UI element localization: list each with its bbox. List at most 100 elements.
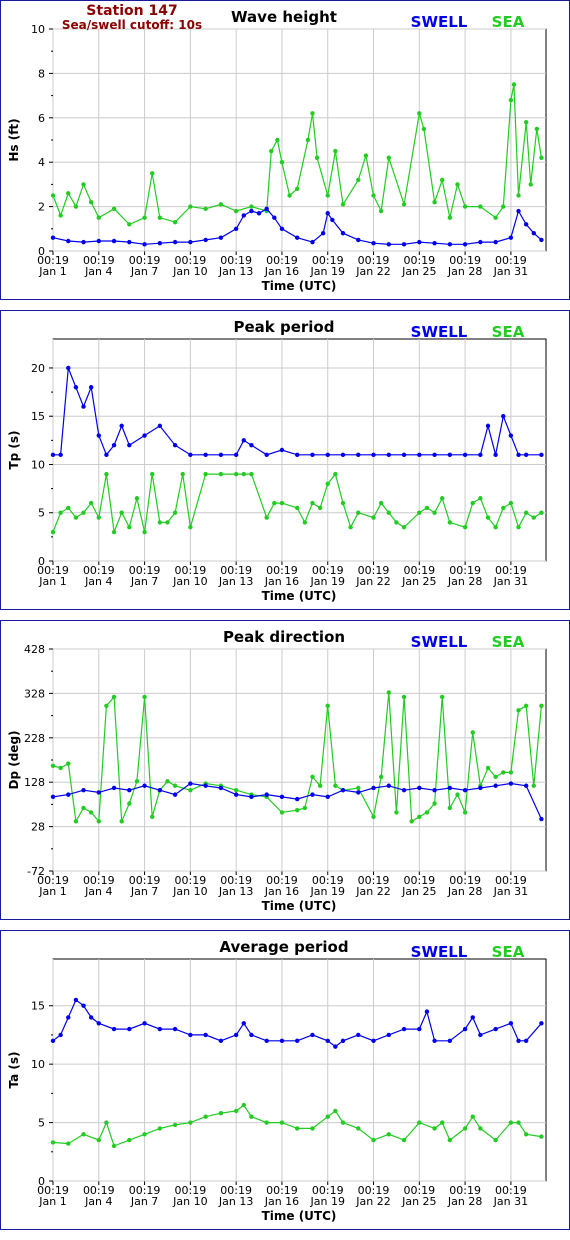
data-point-swell (119, 423, 124, 429)
x-axis-label: Time (UTC) (262, 899, 337, 913)
data-point-swell (295, 235, 300, 240)
data-point-sea (516, 193, 521, 198)
data-point-sea (111, 1143, 117, 1149)
x-tick-date: Jan 22 (355, 265, 390, 278)
data-point-swell (241, 438, 246, 443)
data-point-sea (81, 510, 86, 515)
data-point-swell (508, 1021, 514, 1026)
data-point-swell (66, 238, 71, 244)
y-tick-label: 8 (38, 67, 45, 80)
data-point-swell (279, 794, 285, 800)
data-point-sea (493, 1137, 498, 1143)
y-tick-label: 10 (31, 23, 45, 36)
data-point-swell (127, 787, 132, 793)
data-point-sea (295, 186, 300, 192)
data-point-sea (188, 525, 193, 530)
data-point-swell (241, 213, 246, 218)
data-point-swell (218, 452, 224, 458)
data-point-swell (320, 231, 326, 236)
legend-swell: SWELL (411, 13, 468, 31)
data-point-swell (81, 1003, 86, 1008)
data-point-sea (371, 193, 376, 198)
data-point-sea (233, 208, 239, 214)
data-point-swell (516, 208, 521, 214)
data-point-sea (96, 515, 101, 520)
data-point-swell (96, 790, 101, 795)
x-tick-date: Jan 31 (493, 575, 528, 588)
data-point-swell (142, 433, 147, 438)
data-point-sea (516, 1120, 521, 1125)
data-point-swell (50, 235, 56, 240)
data-point-sea (66, 761, 71, 766)
data-point-sea (447, 215, 453, 220)
data-point-sea (58, 765, 63, 771)
data-point-sea (295, 1126, 300, 1131)
data-point-sea (188, 787, 193, 793)
data-point-sea (386, 510, 391, 515)
x-tick-date: Jan 22 (355, 1195, 390, 1208)
data-point-swell (233, 226, 239, 231)
data-point-swell (417, 1026, 422, 1032)
data-point-swell (325, 211, 330, 216)
data-point-sea (462, 525, 468, 530)
data-point-sea (50, 529, 56, 535)
x-tick-date: Jan 25 (401, 1195, 436, 1208)
station-cutoff: Sea/swell cutoff: 10s (62, 18, 202, 32)
data-point-sea (172, 219, 178, 225)
data-point-swell (279, 1038, 285, 1043)
data-point-sea (485, 515, 491, 520)
data-point-sea (539, 155, 544, 160)
data-point-sea (348, 525, 353, 530)
data-point-swell (447, 785, 453, 791)
data-point-sea (310, 111, 315, 116)
data-point-sea (340, 202, 346, 207)
data-point-swell (249, 794, 254, 800)
data-point-sea (508, 770, 514, 775)
data-point-sea (333, 1108, 338, 1114)
data-point-sea (73, 819, 79, 824)
data-point-swell (249, 442, 254, 448)
legend-swell: SWELL (411, 633, 468, 651)
chart-title: Peak direction (223, 628, 345, 646)
data-point-sea (432, 199, 437, 205)
data-point-sea (134, 779, 140, 784)
x-tick-date: Jan 31 (493, 885, 528, 898)
data-point-sea (378, 208, 384, 214)
data-point-swell (203, 783, 208, 788)
data-point-sea (172, 510, 178, 515)
chart-svg: 00:19Jan 100:19Jan 400:19Jan 700:19Jan 1… (7, 628, 547, 913)
data-point-sea (325, 193, 330, 198)
data-point-swell (142, 1021, 147, 1026)
x-tick-date: Jan 16 (264, 575, 299, 588)
data-point-swell (58, 452, 63, 458)
data-point-swell (516, 452, 521, 458)
data-point-sea (81, 182, 86, 187)
data-point-swell (539, 816, 544, 822)
data-point-sea (157, 1126, 163, 1131)
legend-sea: SEA (492, 13, 525, 31)
data-point-sea (462, 1126, 468, 1131)
data-point-swell (417, 239, 422, 245)
legend-swell: SWELL (411, 323, 468, 341)
data-point-sea (417, 1120, 422, 1125)
chart-svg: 00:19Jan 100:19Jan 400:19Jan 700:19Jan 1… (7, 3, 547, 293)
x-tick-date: Jan 28 (447, 265, 482, 278)
data-point-swell (218, 785, 224, 791)
y-tick-label: 10 (31, 458, 45, 471)
data-point-sea (172, 783, 178, 788)
chart-svg: 00:19Jan 100:19Jan 400:19Jan 700:19Jan 1… (7, 318, 547, 603)
data-point-sea (493, 774, 498, 780)
data-point-swell (432, 241, 437, 246)
y-axis-label: Dp (deg) (7, 730, 21, 789)
data-point-swell (478, 785, 483, 791)
data-point-swell (330, 217, 335, 223)
x-tick-date: Jan 19 (310, 265, 345, 278)
y-tick-label: 428 (24, 643, 45, 656)
data-point-sea (218, 202, 224, 207)
data-point-swell (66, 1015, 71, 1020)
data-point-swell (508, 433, 514, 438)
data-point-sea (66, 505, 71, 511)
data-point-swell (233, 792, 239, 797)
data-point-swell (66, 792, 71, 797)
x-tick-date: Jan 4 (84, 1195, 112, 1208)
